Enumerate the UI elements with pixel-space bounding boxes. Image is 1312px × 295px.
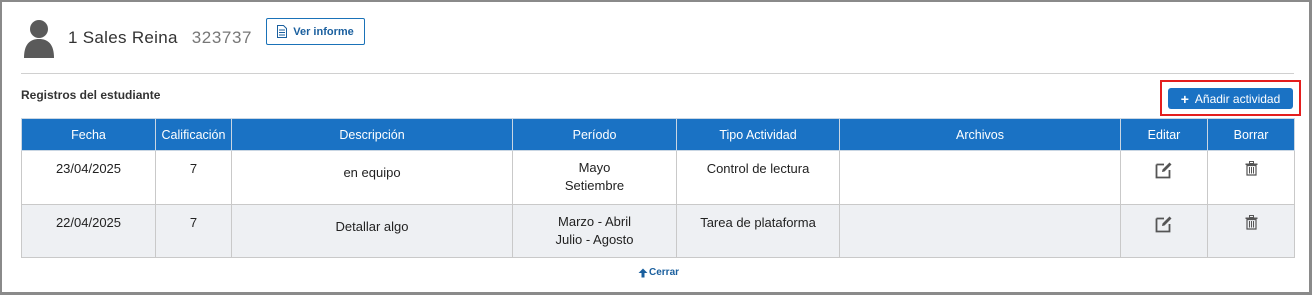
cell-activity-type: Control de lectura — [676, 150, 840, 205]
cell-grade: 7 — [155, 150, 232, 205]
user-silhouette-icon — [24, 20, 54, 58]
grade-text: 7 — [189, 215, 198, 230]
view-report-button[interactable]: Ver informe — [266, 18, 365, 45]
column-header-description[interactable]: Descripción — [231, 118, 513, 151]
activity-type-text: Tarea de plataforma — [700, 215, 816, 230]
cell-description: en equipo — [231, 150, 513, 205]
column-header-grade[interactable]: Calificación — [155, 118, 232, 151]
cell-period: Mayo Setiembre — [512, 150, 677, 205]
period-line: Marzo - Abril — [558, 214, 631, 229]
section-title: Registros del estudiante — [21, 88, 161, 102]
trash-icon[interactable] — [1245, 215, 1258, 233]
date-text: 23/04/2025 — [55, 161, 122, 176]
cell-activity-type: Tarea de plataforma — [676, 204, 840, 258]
close-link-label: Cerrar — [649, 267, 680, 278]
add-activity-button[interactable]: + Añadir actividad — [1168, 88, 1293, 109]
column-header-files[interactable]: Archivos — [839, 118, 1121, 151]
period-line: Setiembre — [564, 178, 625, 193]
avatar — [22, 18, 56, 58]
student-id: 323737 — [191, 28, 253, 47]
period-text: Marzo - Abril Julio - Agosto — [513, 205, 676, 249]
description-text: en equipo — [343, 165, 401, 180]
activity-type-text: Control de lectura — [706, 161, 810, 176]
column-header-period[interactable]: Período — [512, 118, 677, 151]
view-report-label: Ver informe — [293, 25, 354, 38]
cell-description: Detallar algo — [231, 204, 513, 258]
period-text: Mayo Setiembre — [513, 151, 676, 195]
cell-delete — [1207, 150, 1295, 205]
cell-files — [839, 204, 1121, 258]
table-row: 23/04/2025 7 en equipo Mayo Setiembre Co… — [21, 150, 1295, 205]
divider — [21, 73, 1294, 74]
cell-edit — [1120, 204, 1208, 258]
cell-edit — [1120, 150, 1208, 205]
trash-icon[interactable] — [1245, 161, 1258, 179]
column-header-activity-type[interactable]: Tipo Actividad — [676, 118, 840, 151]
date-text: 22/04/2025 — [55, 215, 122, 230]
plus-icon: + — [1180, 90, 1189, 107]
cell-grade: 7 — [155, 204, 232, 258]
table-header-row: Fecha Calificación Descripción Período T… — [21, 118, 1295, 151]
records-table: Fecha Calificación Descripción Período T… — [21, 118, 1295, 258]
period-line: Julio - Agosto — [555, 232, 634, 247]
student-header: 1 Sales Reina 323737 — [22, 18, 252, 58]
grade-text: 7 — [189, 161, 198, 176]
cell-date: 23/04/2025 — [21, 150, 156, 205]
column-header-edit: Editar — [1120, 118, 1208, 151]
cell-delete — [1207, 204, 1295, 258]
student-name: 1 Sales Reina — [68, 28, 178, 47]
cell-date: 22/04/2025 — [21, 204, 156, 258]
cell-files — [839, 150, 1121, 205]
column-header-date[interactable]: Fecha — [21, 118, 156, 151]
arrow-up-icon — [638, 268, 648, 277]
add-activity-label: Añadir actividad — [1194, 91, 1281, 106]
edit-icon[interactable] — [1155, 161, 1173, 182]
table-row: 22/04/2025 7 Detallar algo Marzo - Abril… — [21, 204, 1295, 258]
close-link[interactable]: Cerrar — [638, 267, 679, 278]
add-activity-highlight: + Añadir actividad — [1160, 80, 1301, 116]
document-icon — [277, 25, 288, 38]
edit-icon[interactable] — [1155, 215, 1173, 236]
description-text: Detallar algo — [335, 219, 409, 234]
period-line: Mayo — [578, 160, 611, 175]
column-header-delete: Borrar — [1207, 118, 1295, 151]
cell-period: Marzo - Abril Julio - Agosto — [512, 204, 677, 258]
